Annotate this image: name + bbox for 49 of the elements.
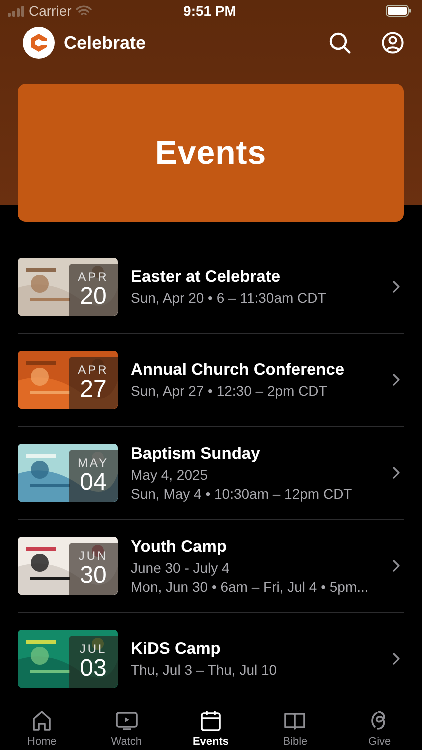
- logo-icon: [23, 27, 55, 59]
- calendar-icon: [199, 709, 224, 733]
- event-date: May 4, 2025: [131, 466, 210, 482]
- event-date: June 30 - July 4: [131, 560, 231, 576]
- tab-item[interactable]: Events: [168, 700, 254, 748]
- tv-icon: [114, 709, 139, 733]
- date-month: JUL: [80, 643, 108, 656]
- app-title: Celebrate: [64, 32, 146, 54]
- event-title: KiDS Camp: [131, 640, 222, 659]
- date-month: MAY: [78, 457, 110, 470]
- date-month: APR: [78, 271, 109, 284]
- chevron-icon: [393, 467, 400, 479]
- date-day: 03: [80, 656, 107, 681]
- date-day: 20: [80, 284, 107, 309]
- event-row[interactable]: APR 20 Easter at Celebrate Sun, Apr 20 • 6 – 11:30am CDT: [18, 241, 404, 334]
- event-date: Sun, Apr 20 • 6 – 11:30am CDT: [131, 290, 328, 306]
- event-date: Sun, May 4 • 10:30am – 12pm CDT: [131, 486, 354, 502]
- profile-icon[interactable]: [382, 32, 404, 54]
- event-row[interactable]: MAY 04 Baptism Sunday May 4, 2025 Sun, May 4 • 10:30am – 12pm CDT: [18, 427, 404, 520]
- wifi-icon: [76, 5, 92, 17]
- battery-icon: [386, 5, 412, 17]
- event-row[interactable]: JUN 30 Youth Camp June 30 - July 4 Mon, Jun 30 • 6am – Fri, Jul 4 • 5pm...: [18, 520, 404, 613]
- chevron-icon: [393, 653, 400, 665]
- event-row[interactable]: APR 27 Annual Church Conference Sun, Apr 27 • 12:30 – 2pm CDT: [18, 334, 404, 427]
- event-date: Mon, Jun 30 • 6am – Fri, Jul 4 • 5pm...: [131, 578, 370, 594]
- event-title: Annual Church Conference: [131, 361, 346, 380]
- event-date: Sun, Apr 27 • 12:30 – 2pm CDT: [131, 383, 328, 399]
- chevron-icon: [393, 560, 400, 572]
- tab-item[interactable]: Watch: [84, 700, 169, 748]
- chevron-icon: [393, 281, 400, 293]
- tab-item[interactable]: Give: [338, 700, 422, 748]
- banner-title: Events: [155, 134, 267, 172]
- event-title: Easter at Celebrate: [131, 268, 282, 287]
- event-title: Baptism Sunday: [131, 444, 262, 464]
- chevron-icon: [393, 374, 400, 386]
- date-month: APR: [78, 364, 109, 377]
- date-day: 30: [80, 563, 107, 588]
- event-title: Youth Camp: [131, 538, 228, 556]
- date-day: 27: [80, 377, 107, 402]
- tab-item[interactable]: Home: [0, 700, 84, 748]
- signal-icon: [8, 6, 25, 16]
- date-day: 04: [80, 470, 107, 495]
- event-row[interactable]: JUL 03 KiDS Camp Thu, Jul 3 – Thu, Jul 10: [18, 613, 404, 700]
- tab-item[interactable]: Bible: [253, 700, 338, 748]
- search-icon[interactable]: [329, 32, 351, 54]
- clock-time: 9:51 PM: [184, 3, 236, 19]
- carrier-name: Carrier: [29, 3, 72, 19]
- event-date: Thu, Jul 3 – Thu, Jul 10: [131, 662, 278, 678]
- date-month: JUN: [78, 550, 108, 563]
